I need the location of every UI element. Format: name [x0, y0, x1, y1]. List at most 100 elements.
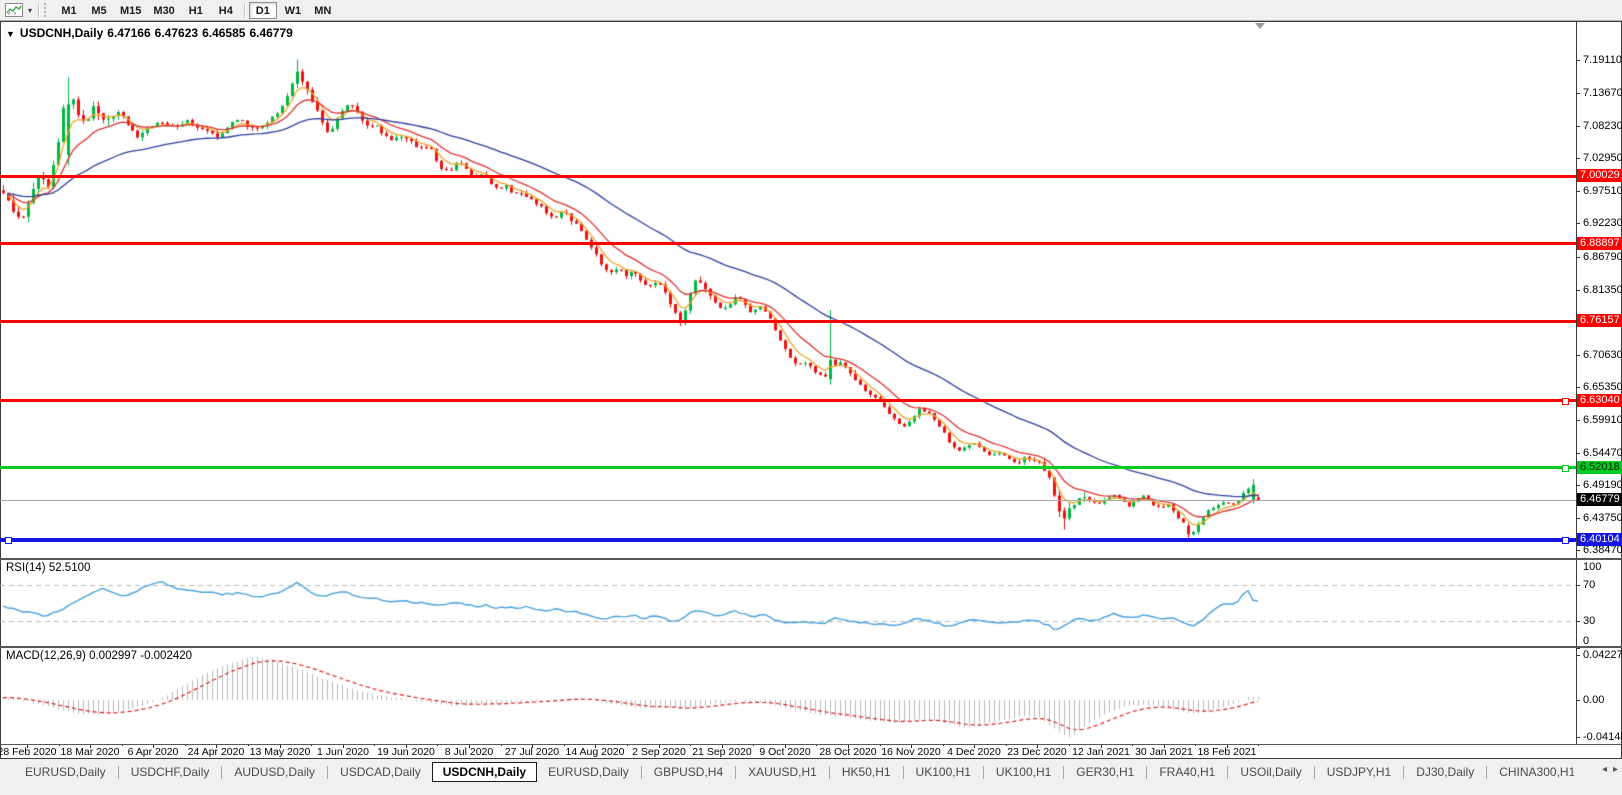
price-axis-label: 6.70630 — [1583, 349, 1622, 361]
date-axis-label: 18 Mar 2020 — [58, 746, 122, 758]
price-axis-tick — [1576, 355, 1580, 356]
timeframe-button-m30[interactable]: M30 — [148, 2, 179, 19]
horizontal-level-line[interactable] — [0, 175, 1576, 178]
timeframe-button-w1[interactable]: W1 — [279, 2, 307, 19]
price-axis-tick — [1576, 290, 1580, 291]
timeframe-button-m1[interactable]: M1 — [55, 2, 83, 19]
timeframe-button-h1[interactable]: H1 — [182, 2, 210, 19]
macd-axis-label: -0.04148 — [1583, 731, 1622, 743]
tab-usdjpy-h1[interactable]: USDJPY,H1 — [1316, 762, 1402, 782]
price-axis-label: 6.54470 — [1583, 447, 1622, 459]
panel-separator[interactable] — [0, 744, 1622, 745]
tab-dj30-daily[interactable]: DJ30,Daily — [1405, 762, 1485, 782]
date-axis-label: 14 Aug 2020 — [563, 746, 627, 758]
date-axis-label: 19 Jun 2020 — [374, 746, 438, 758]
tab-ger30-h1[interactable]: GER30,H1 — [1065, 762, 1145, 782]
tab-china300-h1[interactable]: CHINA300,H1 — [1488, 762, 1574, 782]
date-axis-label: 1 Jun 2020 — [311, 746, 375, 758]
date-axis-label: 6 Apr 2020 — [121, 746, 185, 758]
toolbar: ▾ M1M5M15M30H1H4 D1W1MN — [0, 0, 1622, 21]
price-axis-tick — [1576, 453, 1580, 454]
level-line-handle[interactable] — [1562, 465, 1569, 472]
level-line-handle[interactable] — [1562, 398, 1569, 405]
tab-eurusd-daily[interactable]: EURUSD,Daily — [14, 762, 117, 782]
macd-panel-canvas[interactable] — [0, 648, 1576, 744]
rsi-axis-label: 30 — [1583, 615, 1595, 627]
tab-usdcnh-daily[interactable]: USDCNH,Daily — [432, 762, 537, 782]
horizontal-level-line[interactable] — [0, 399, 1576, 402]
symbol-dropdown-icon: ▼ — [6, 29, 15, 39]
periods-icon[interactable] — [3, 2, 25, 18]
macd-axis-label: 0.00 — [1583, 694, 1604, 706]
date-axis-label: 16 Nov 2020 — [879, 746, 943, 758]
price-axis-tick — [1576, 126, 1580, 127]
level-line-handle[interactable] — [5, 537, 12, 544]
tabs-scroll-right-icon[interactable]: ▸ — [1613, 764, 1618, 775]
tab-audusd-daily[interactable]: AUDUSD,Daily — [223, 762, 326, 782]
price-axis-tick — [1576, 223, 1580, 224]
price-axis-tick — [1576, 420, 1580, 421]
tab-divider — [1403, 766, 1404, 779]
price-level-badge: 6.63040 — [1577, 394, 1622, 407]
price-axis-label: 6.59910 — [1583, 414, 1622, 426]
price-axis-tick — [1576, 257, 1580, 258]
price-axis-tick — [1576, 550, 1580, 551]
date-axis-label: 24 Apr 2020 — [184, 746, 248, 758]
tab-hk50-h1[interactable]: HK50,H1 — [831, 762, 902, 782]
timeframe-button-m5[interactable]: M5 — [85, 2, 113, 19]
panel-separator[interactable] — [0, 646, 1622, 648]
tab-gbpusd-h4[interactable]: GBPUSD,H4 — [643, 762, 734, 782]
horizontal-level-line[interactable] — [0, 242, 1576, 245]
price-axis-tick — [1576, 518, 1580, 519]
tab-usoil-daily[interactable]: USOil,Daily — [1229, 762, 1312, 782]
timeframe-button-m15[interactable]: M15 — [115, 2, 146, 19]
price-axis-label: 6.49190 — [1583, 479, 1622, 491]
main-chart-canvas[interactable] — [0, 22, 1576, 558]
date-axis-label: 21 Sep 2020 — [690, 746, 754, 758]
date-axis-label: 4 Dec 2020 — [942, 746, 1006, 758]
level-line-handle[interactable] — [1562, 537, 1569, 544]
periods-dropdown-icon[interactable]: ▾ — [25, 6, 35, 15]
price-axis-tick — [1576, 585, 1580, 586]
rsi-indicator-label: RSI(14) 52.5100 — [6, 562, 90, 574]
tab-uk100-h1[interactable]: UK100,H1 — [905, 762, 982, 782]
timeframe-button-h4[interactable]: H4 — [212, 2, 240, 19]
chart-header: ▼USDCNH,Daily6.471666.476236.465856.4677… — [6, 26, 297, 40]
horizontal-level-line[interactable] — [0, 538, 1576, 542]
rsi-panel-canvas[interactable] — [0, 560, 1576, 646]
price-axis-tick — [1576, 648, 1580, 649]
tab-divider — [1227, 766, 1228, 779]
tab-divider — [829, 766, 830, 779]
tab-usdcad-daily[interactable]: USDCAD,Daily — [329, 762, 432, 782]
ohlc-open: 6.47166 — [107, 26, 150, 40]
timeframe-button-d1[interactable]: D1 — [249, 2, 277, 19]
tab-divider — [1486, 766, 1487, 779]
date-axis-label: 8 Jul 2020 — [437, 746, 501, 758]
price-axis-tick — [1576, 737, 1580, 738]
tab-uk100-h1[interactable]: UK100,H1 — [985, 762, 1062, 782]
horizontal-level-line[interactable] — [0, 466, 1576, 469]
toolbar-grip[interactable] — [44, 3, 50, 17]
ohlc-high: 6.47623 — [155, 26, 198, 40]
price-axis-label: 6.43750 — [1583, 512, 1622, 524]
tab-eurusd-daily[interactable]: EURUSD,Daily — [537, 762, 640, 782]
tab-divider — [118, 766, 119, 779]
macd-indicator-label: MACD(12,26,9) 0.002997 -0.002420 — [6, 650, 192, 662]
tab-xauusd-h1[interactable]: XAUUSD,H1 — [737, 762, 828, 782]
tab-divider — [1063, 766, 1064, 779]
macd-axis-label: 0.042275 — [1583, 649, 1622, 661]
price-level-badge: 6.88897 — [1577, 237, 1622, 250]
price-level-badge: 7.00029 — [1577, 169, 1622, 182]
tabs-scroll-left-icon[interactable]: ◂ — [1602, 764, 1607, 775]
timeframe-buttons: M1M5M15M30H1H4 D1W1MN — [54, 2, 338, 19]
tab-fra40-h1[interactable]: FRA40,H1 — [1148, 762, 1226, 782]
horizontal-level-line[interactable] — [0, 320, 1576, 323]
tab-scroll-buttons: ◂ ▸ — [1602, 764, 1618, 775]
tab-usdchf-daily[interactable]: USDCHF,Daily — [120, 762, 221, 782]
panel-separator[interactable] — [0, 558, 1622, 560]
date-axis-label: 12 Jan 2021 — [1069, 746, 1133, 758]
chart-symbol-label: USDCNH,Daily — [20, 26, 103, 40]
price-axis-label: 6.92230 — [1583, 217, 1622, 229]
timeframe-button-mn[interactable]: MN — [309, 2, 337, 19]
price-axis-tick — [1576, 158, 1580, 159]
